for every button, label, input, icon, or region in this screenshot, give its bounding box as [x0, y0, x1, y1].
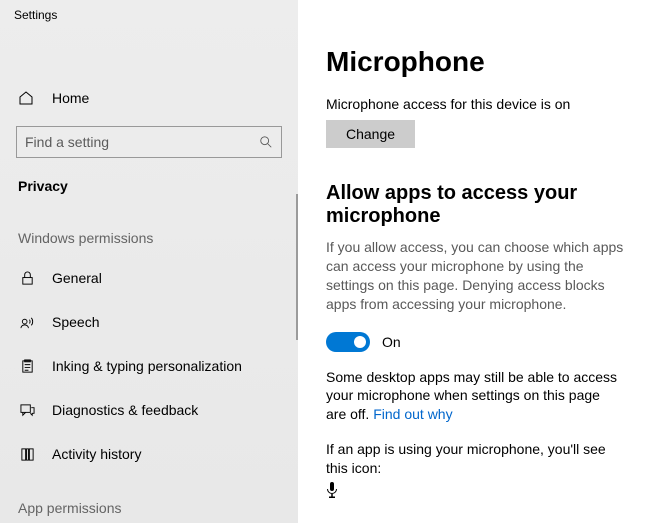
nav-diagnostics[interactable]: Diagnostics & feedback	[0, 388, 298, 432]
home-icon	[18, 90, 36, 106]
clipboard-icon	[18, 359, 36, 374]
section-windows-permissions: Windows permissions	[0, 206, 298, 256]
allow-apps-toggle[interactable]	[326, 332, 370, 352]
home-nav[interactable]: Home	[0, 78, 298, 118]
allow-apps-description: If you allow access, you can choose whic…	[326, 238, 624, 314]
nav-label: Diagnostics & feedback	[52, 402, 198, 418]
page-title: Microphone	[326, 46, 624, 78]
speech-icon	[18, 315, 36, 330]
section-app-permissions: App permissions	[0, 476, 298, 523]
change-button[interactable]: Change	[326, 120, 415, 148]
nav-general[interactable]: General	[0, 256, 298, 300]
desktop-apps-note: Some desktop apps may still be able to a…	[326, 368, 624, 425]
toggle-state-label: On	[382, 334, 401, 350]
current-category[interactable]: Privacy	[0, 166, 298, 206]
home-label: Home	[52, 90, 89, 106]
feedback-icon	[18, 403, 36, 418]
nav-speech[interactable]: Speech	[0, 300, 298, 344]
nav-label: Speech	[52, 314, 99, 330]
nav-label: Activity history	[52, 446, 141, 462]
search-placeholder: Find a setting	[25, 134, 109, 150]
nav-inking[interactable]: Inking & typing personalization	[0, 344, 298, 388]
mic-in-use-note: If an app is using your microphone, you'…	[326, 440, 624, 478]
find-out-why-link[interactable]: Find out why	[373, 406, 452, 422]
device-status-text: Microphone access for this device is on	[326, 96, 624, 112]
microphone-icon	[326, 482, 624, 498]
lock-icon	[18, 271, 36, 286]
search-icon	[259, 135, 273, 149]
window-title: Settings	[14, 8, 57, 22]
nav-label: Inking & typing personalization	[52, 358, 242, 374]
allow-apps-heading: Allow apps to access your microphone	[326, 182, 624, 228]
nav-label: General	[52, 270, 102, 286]
activity-icon	[18, 447, 36, 462]
nav-activity[interactable]: Activity history	[0, 432, 298, 476]
search-input[interactable]: Find a setting	[16, 126, 282, 158]
